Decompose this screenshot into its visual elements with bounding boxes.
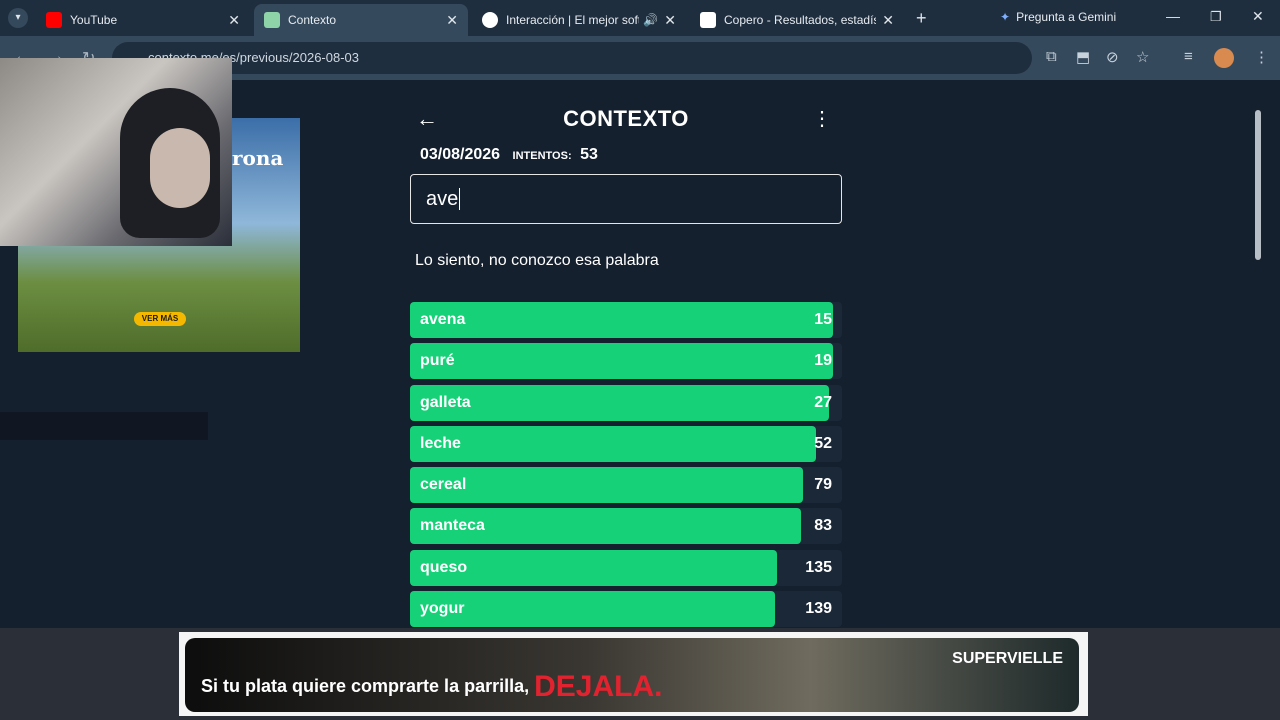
guess-rank: 27 xyxy=(814,393,832,411)
guess-row: galleta 27 xyxy=(410,384,842,421)
gemini-icon: ✦ xyxy=(1000,10,1011,24)
guess-word: manteca xyxy=(420,517,485,535)
banner-highlight: DEJALA. xyxy=(534,670,663,703)
close-icon[interactable]: ✕ xyxy=(228,12,240,29)
star-icon[interactable]: ☆ xyxy=(1136,48,1149,66)
guess-bar xyxy=(410,302,834,338)
guess-row: manteca 83 xyxy=(410,508,842,545)
tab-title: Contexto xyxy=(288,13,337,27)
guess-word: cereal xyxy=(420,476,467,494)
tab-youtube[interactable]: YouTube ✕ xyxy=(36,4,250,36)
restore-icon[interactable]: ❐ xyxy=(1210,9,1222,25)
guess-rank: 135 xyxy=(805,558,832,576)
left-ad-button[interactable]: VER MÁS xyxy=(134,312,186,326)
guess-rank: 15 xyxy=(814,311,832,328)
tab-title: Interacción | El mejor softw xyxy=(506,13,640,27)
minimize-icon[interactable]: — xyxy=(1166,8,1180,24)
avatar[interactable] xyxy=(1214,48,1234,68)
banner-text: Si tu plata quiere comprarte la parrilla… xyxy=(201,666,663,703)
tab-interaccion[interactable]: Interacción | El mejor softw 🔊 ✕ xyxy=(472,4,686,36)
guess-bar xyxy=(410,425,817,462)
guess-word: yogur xyxy=(420,600,465,618)
guess-word: queso xyxy=(420,558,468,576)
guess-row: cereal 79 xyxy=(410,467,842,504)
guess-row: avena 15 xyxy=(410,302,842,338)
guess-word: galleta xyxy=(420,393,471,411)
guess-row: puré 19 xyxy=(410,343,842,380)
webcam-face xyxy=(150,128,210,208)
tab-copero[interactable]: Copero - Resultados, estadístic ✕ xyxy=(690,4,904,36)
close-icon[interactable]: ✕ xyxy=(446,12,458,29)
scrollbar[interactable] xyxy=(1252,94,1264,628)
attempts-count: 53 xyxy=(580,146,598,163)
interaccion-icon xyxy=(482,12,498,28)
tab-contexto[interactable]: Contexto ✕ xyxy=(254,4,468,36)
contexto-icon xyxy=(264,12,280,28)
guess-rank: 52 xyxy=(814,434,832,452)
scrollbar-thumb[interactable] xyxy=(1255,110,1261,260)
error-message: Lo siento, no conozco esa palabra xyxy=(415,252,659,269)
guess-bar xyxy=(410,591,776,628)
guess-rank: 139 xyxy=(805,600,832,618)
banner-image: Si tu plata quiere comprarte la parrilla… xyxy=(185,638,1079,712)
install-icon[interactable]: ⬒ xyxy=(1076,48,1090,66)
tab-bar: ▾ YouTube ✕ Contexto ✕ Interacción | El … xyxy=(0,0,1280,36)
guess-row: queso 135 xyxy=(410,549,842,586)
guess-input[interactable]: ave xyxy=(410,174,842,224)
guess-row: leche 52 xyxy=(410,425,842,462)
chat-overlay xyxy=(0,412,208,440)
page-title: CONTEXTO xyxy=(563,106,689,131)
tab-title: Copero - Resultados, estadístic xyxy=(724,13,877,27)
guess-list: avena 15 puré 19 galleta 27 leche 52 cereal 79 man… xyxy=(410,302,842,632)
guess-input-value: ave xyxy=(426,187,459,210)
guess-row: yogur 139 xyxy=(410,591,842,628)
url-input[interactable]: contexto.me/es/previous/2026-08-03 xyxy=(112,42,1032,74)
new-tab-icon[interactable]: + xyxy=(916,8,927,29)
banner-text-main: Si tu plata quiere comprarte la parrilla… xyxy=(201,676,530,696)
tab-title: YouTube xyxy=(70,13,118,27)
guess-rank: 19 xyxy=(814,352,832,370)
game-header: ← CONTEXTO ⋮ xyxy=(410,100,842,138)
guess-word: puré xyxy=(420,352,455,370)
more-menu-icon[interactable]: ⋮ xyxy=(812,106,832,131)
copero-icon xyxy=(700,12,716,28)
tab-search-button[interactable]: ▾ xyxy=(8,8,28,28)
text-caret xyxy=(459,188,461,210)
translate-icon[interactable]: ⧉ xyxy=(1046,48,1057,65)
kebab-menu-icon[interactable]: ⋮ xyxy=(1254,48,1269,66)
media-icon[interactable]: ≡ xyxy=(1184,48,1193,65)
close-icon[interactable]: ✕ xyxy=(664,12,676,29)
guess-rank: 79 xyxy=(814,476,832,494)
attempts-label: INTENTOS: xyxy=(512,150,572,162)
banner-brand: SUPERVIELLE xyxy=(952,650,1063,667)
close-icon[interactable]: ✕ xyxy=(882,12,894,29)
guess-bar xyxy=(410,467,804,504)
game-info: 03/08/2026 INTENTOS: 53 xyxy=(410,146,842,164)
game-date: 03/08/2026 xyxy=(420,146,501,163)
guess-word: leche xyxy=(420,434,461,452)
contexto-game: ← CONTEXTO ⋮ 03/08/2026 INTENTOS: 53 ave… xyxy=(410,100,842,270)
guess-bar xyxy=(410,343,834,380)
window-close-icon[interactable]: ✕ xyxy=(1252,8,1264,25)
eye-off-icon[interactable]: ⊘ xyxy=(1106,48,1119,66)
guess-rank: 83 xyxy=(814,517,832,535)
left-ad-brand: rona xyxy=(232,146,284,170)
speaker-icon[interactable]: 🔊 xyxy=(643,13,658,27)
guess-bar xyxy=(410,384,830,421)
youtube-icon xyxy=(46,12,62,28)
bottom-banner-ad[interactable]: Si tu plata quiere comprarte la parrilla… xyxy=(179,632,1088,716)
gemini-label: Pregunta a Gemini xyxy=(1016,10,1117,24)
gemini-button[interactable]: ✦ Pregunta a Gemini xyxy=(1000,10,1116,24)
webcam-overlay xyxy=(0,58,232,246)
guess-word: avena xyxy=(420,311,466,328)
